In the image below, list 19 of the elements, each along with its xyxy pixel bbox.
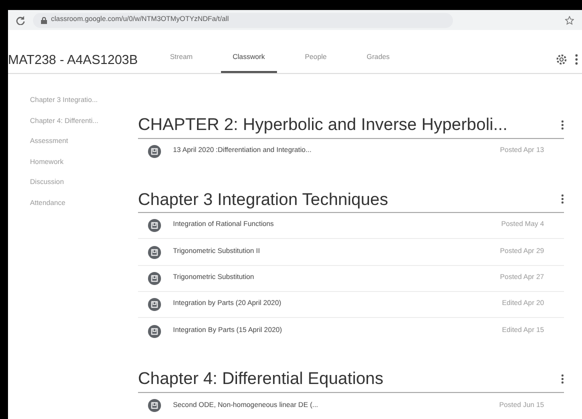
class-title: MAT238 - A4AS1203B (8, 50, 139, 69)
more-icon[interactable] (561, 120, 564, 130)
topic-heading: Chapter 4: Differential Equations (138, 368, 384, 390)
topic-heading: CHAPTER 2: Hyperbolic and Inverse Hyperboli... (138, 114, 508, 136)
reload-icon[interactable] (16, 16, 25, 24)
material-icon (148, 145, 161, 158)
apps-menu-icon[interactable] (575, 54, 578, 65)
material-icon (148, 298, 161, 312)
lock-icon (41, 16, 47, 24)
more-icon[interactable] (561, 194, 564, 204)
star-icon[interactable] (565, 16, 574, 24)
material-icon (148, 272, 161, 285)
material-icon (148, 399, 161, 412)
material-icon (148, 219, 161, 232)
topic-heading: Chapter 3 Integration Techniques (138, 188, 388, 211)
material-icon (148, 246, 161, 259)
settings-icon[interactable] (556, 54, 567, 65)
more-icon[interactable] (561, 374, 564, 384)
material-icon (148, 324, 161, 338)
